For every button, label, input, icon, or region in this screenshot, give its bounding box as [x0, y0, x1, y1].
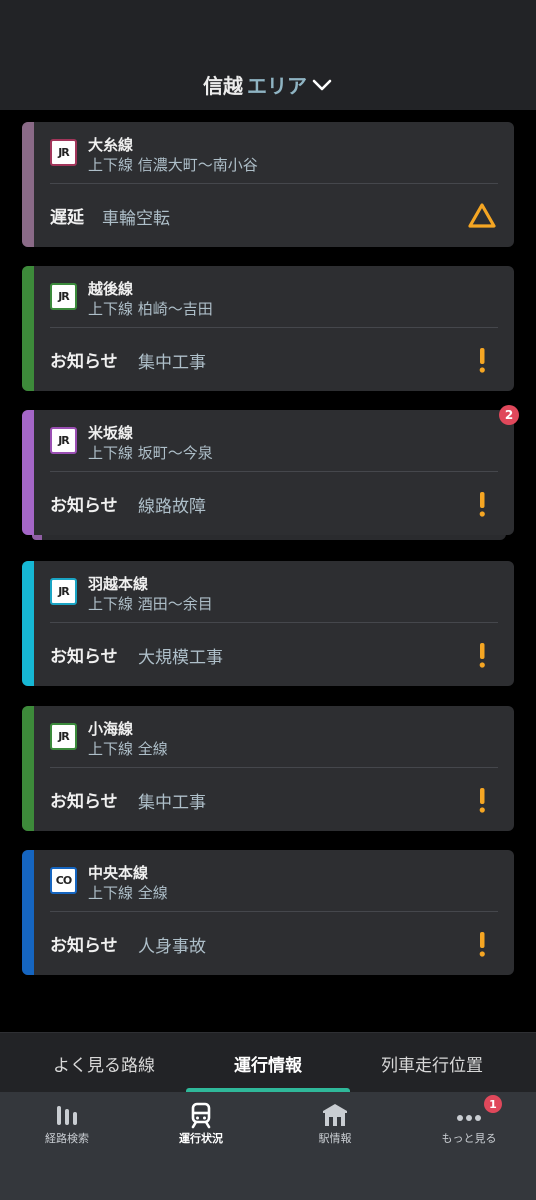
line-color-stripe — [22, 850, 34, 975]
line-color-stripe — [22, 122, 34, 247]
line-section: 上下線 信濃大町〜南小谷 — [88, 156, 258, 174]
nav-more[interactable]: もっと見る 1 — [402, 1092, 536, 1200]
nav-station-info[interactable]: 駅情報 — [268, 1092, 402, 1200]
logo-text: JR — [58, 730, 70, 743]
nav-label: 経路検索 — [45, 1132, 89, 1145]
co-logo-icon: CO — [50, 867, 77, 894]
line-section: 上下線 全線 — [88, 884, 168, 902]
status-label: お知らせ — [50, 352, 118, 372]
line-color-stripe — [22, 561, 34, 686]
status-detail: 車輪空転 — [102, 209, 170, 229]
line-section: 上下線 全線 — [88, 740, 168, 758]
exclamation-icon — [479, 348, 485, 373]
logo-text: CO — [55, 874, 72, 887]
line-name: 越後線 — [88, 280, 134, 298]
tab-favorite-lines[interactable]: よく見る路線 — [15, 1051, 193, 1076]
area-suffix: エリア — [247, 74, 307, 98]
status-detail: 人身事故 — [138, 937, 206, 957]
status-label: お知らせ — [50, 496, 118, 516]
line-section: 上下線 柏崎〜吉田 — [88, 300, 213, 318]
line-name: 中央本線 — [88, 864, 149, 882]
more-icon — [457, 1115, 481, 1121]
divider — [50, 767, 498, 768]
line-name: 米坂線 — [88, 424, 134, 442]
status-detail: 集中工事 — [138, 793, 206, 813]
logo-text: JR — [58, 585, 70, 598]
logo-text: JR — [58, 434, 70, 447]
warning-triangle-icon — [468, 203, 496, 228]
divider — [50, 327, 498, 328]
line-name: 大糸線 — [88, 136, 134, 154]
line-color-stripe — [22, 410, 34, 535]
line-color-stripe — [22, 706, 34, 831]
nav-label: もっと見る — [441, 1132, 497, 1145]
divider — [50, 471, 498, 472]
jr-logo-icon: JR — [50, 139, 77, 166]
divider — [50, 183, 498, 184]
logo-text: JR — [58, 146, 70, 159]
count-badge: 2 — [499, 405, 519, 425]
status-detail: 大規模工事 — [138, 648, 223, 668]
line-card-echigo[interactable]: JR 越後線 上下線 柏崎〜吉田 お知らせ 集中工事 — [22, 266, 514, 391]
status-detail: 集中工事 — [138, 353, 206, 373]
line-name: 羽越本線 — [88, 575, 149, 593]
exclamation-icon — [479, 932, 485, 957]
status-label: お知らせ — [50, 647, 118, 667]
divider — [50, 622, 498, 623]
line-card-chuo[interactable]: CO 中央本線 上下線 全線 お知らせ 人身事故 — [22, 850, 514, 975]
bottom-navigation: 経路検索 運行状況 駅情報 もっと見る 1 — [0, 1092, 536, 1200]
content-tabs: よく見る路線 運行情報 列車走行位置 — [0, 1032, 536, 1093]
exclamation-icon — [479, 643, 485, 668]
jr-logo-icon: JR — [50, 427, 77, 454]
status-list: JR 大糸線 上下線 信濃大町〜南小谷 遅延 車輪空転 JR 越後線 上下線 柏… — [0, 110, 536, 1032]
line-section: 上下線 坂町〜今泉 — [88, 444, 213, 462]
tab-train-position[interactable]: 列車走行位置 — [343, 1051, 521, 1076]
notification-badge: 1 — [484, 1095, 502, 1113]
logo-text: JR — [58, 290, 70, 303]
nav-label: 運行状況 — [179, 1132, 223, 1145]
jr-logo-icon: JR — [50, 723, 77, 750]
line-card-koumi[interactable]: JR 小海線 上下線 全線 お知らせ 集中工事 — [22, 706, 514, 831]
jr-logo-icon: JR — [50, 578, 77, 605]
divider — [50, 911, 498, 912]
nav-operation-status[interactable]: 運行状況 — [134, 1092, 268, 1200]
line-color-stripe — [22, 266, 34, 391]
status-label: お知らせ — [50, 936, 118, 956]
route-search-icon — [57, 1106, 77, 1125]
line-name: 小海線 — [88, 720, 134, 738]
line-card-yonesaka[interactable]: JR 米坂線 上下線 坂町〜今泉 お知らせ 線路故障 — [22, 410, 514, 535]
chevron-down-icon — [312, 79, 332, 90]
jr-logo-icon: JR — [50, 283, 77, 310]
area-selector[interactable]: 信越 エリア — [0, 70, 536, 99]
station-icon — [323, 1104, 347, 1126]
tab-operation-info[interactable]: 運行情報 — [179, 1051, 357, 1076]
nav-label: 駅情報 — [318, 1132, 352, 1145]
exclamation-icon — [479, 492, 485, 517]
exclamation-icon — [479, 788, 485, 813]
nav-route-search[interactable]: 経路検索 — [0, 1092, 134, 1200]
train-icon — [191, 1102, 211, 1129]
line-section: 上下線 酒田〜余目 — [88, 595, 213, 613]
status-label: お知らせ — [50, 792, 118, 812]
line-card-oito[interactable]: JR 大糸線 上下線 信濃大町〜南小谷 遅延 車輪空転 — [22, 122, 514, 247]
line-card-uetsu[interactable]: JR 羽越本線 上下線 酒田〜余目 お知らせ 大規模工事 — [22, 561, 514, 686]
status-label: 遅延 — [50, 208, 84, 228]
app-header: 信越 エリア — [0, 0, 536, 110]
status-detail: 線路故障 — [138, 497, 206, 517]
area-region-name: 信越 — [203, 74, 243, 98]
